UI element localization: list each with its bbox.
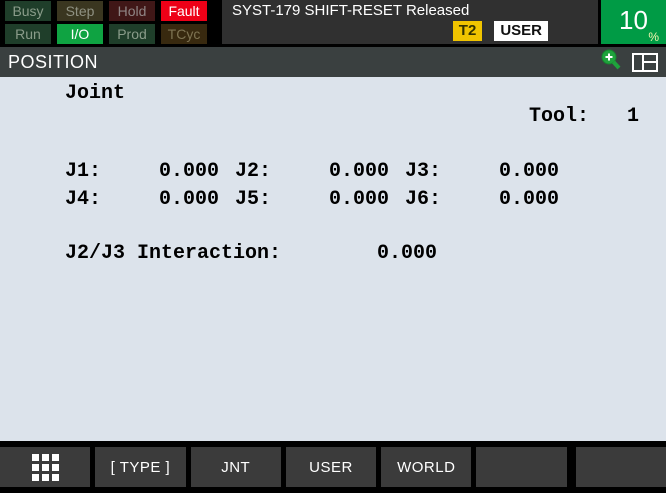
position-content: Joint Tool: 1 J1: 0.000 J2: 0.000 J3: 0.0… [0, 77, 666, 441]
interaction-value: 0.000 [377, 242, 437, 265]
status-led-run: Run [5, 24, 51, 44]
joint-j6-label: J6: [405, 188, 447, 211]
joint-j4-label: J4: [65, 188, 107, 211]
softkey-empty-6[interactable] [476, 447, 566, 487]
status-led-io: I/O [57, 24, 103, 44]
user-badge: USER [494, 21, 548, 41]
joint-j2-value: 0.000 [277, 160, 389, 183]
joint-j2-label: J2: [235, 160, 277, 183]
softkey-empty-7[interactable] [576, 447, 666, 487]
coordinate-group-label: Joint [65, 82, 125, 105]
softkey-bar: [ TYPE ] JNT USER WORLD [0, 441, 666, 493]
alarm-message-area: SYST-179 SHIFT-RESET Released T2 USER [222, 0, 598, 44]
tool-label: Tool: [529, 105, 589, 128]
softkey-jnt-button[interactable]: JNT [191, 447, 281, 487]
tool-frame: Tool: 1 [457, 82, 639, 151]
split-screen-icon[interactable] [632, 53, 658, 72]
softkey-user-button[interactable]: USER [286, 447, 376, 487]
status-led-fault: Fault [161, 1, 207, 21]
tool-value: 1 [627, 105, 639, 128]
joint-row-1: J1: 0.000 J2: 0.000 J3: 0.000 [65, 160, 559, 183]
joint-j5-value: 0.000 [277, 188, 389, 211]
alarm-message: SYST-179 SHIFT-RESET Released [232, 2, 469, 19]
joint-j3-value: 0.000 [447, 160, 559, 183]
mode-badge-t2: T2 [453, 21, 483, 41]
interaction-label: J2/J3 Interaction: [65, 242, 281, 265]
title-bar: POSITION [0, 47, 666, 77]
teach-pendant-screen: Busy Step Hold Fault Run I/O Prod TCyc S… [0, 0, 666, 493]
status-header: Busy Step Hold Fault Run I/O Prod TCyc S… [0, 0, 666, 47]
status-led-tcyc: TCyc [161, 24, 207, 44]
override-speed-unit: % [648, 30, 659, 44]
joint-j1-label: J1: [65, 160, 107, 183]
softkey-type-button[interactable]: [ TYPE ] [95, 447, 185, 487]
interaction-row: J2/J3 Interaction: 0.000 [65, 242, 437, 265]
status-led-busy: Busy [5, 1, 51, 21]
status-led-step: Step [57, 1, 103, 21]
zoom-in-icon[interactable] [599, 48, 623, 77]
joint-j1-value: 0.000 [107, 160, 219, 183]
override-speed-box: 10 % [601, 0, 666, 44]
title-bar-icons [599, 48, 658, 77]
status-led-hold: Hold [109, 1, 155, 21]
softkey-world-button[interactable]: WORLD [381, 447, 471, 487]
page-title: POSITION [8, 52, 599, 73]
joint-j3-label: J3: [405, 160, 447, 183]
status-led-prod: Prod [109, 24, 155, 44]
menu-grid-icon [32, 454, 59, 481]
joint-j5-label: J5: [235, 188, 277, 211]
status-led-grid: Busy Step Hold Fault Run I/O Prod TCyc [0, 0, 222, 44]
joint-row-2: J4: 0.000 J5: 0.000 J6: 0.000 [65, 188, 559, 211]
joint-j6-value: 0.000 [447, 188, 559, 211]
mode-badges: T2 USER [453, 21, 548, 41]
joint-j4-value: 0.000 [107, 188, 219, 211]
softkey-menu-button[interactable] [0, 447, 90, 487]
